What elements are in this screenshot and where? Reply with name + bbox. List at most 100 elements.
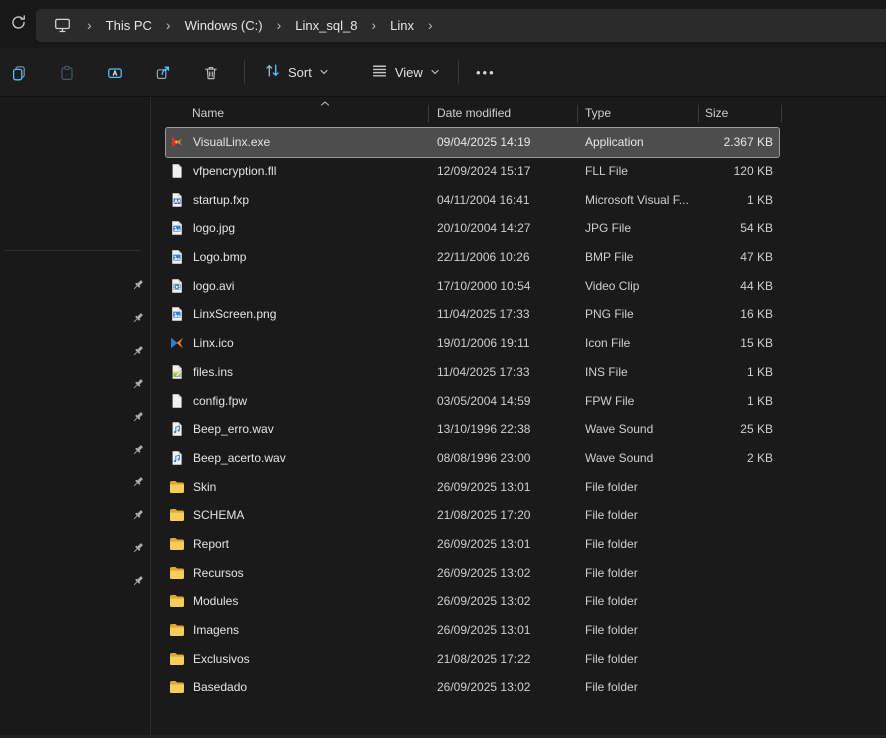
- column-separator[interactable]: [577, 105, 578, 123]
- file-name: Skin: [193, 480, 216, 494]
- file-name: Recursos: [193, 566, 244, 580]
- file-explorer-window: › This PC › Windows (C:) › Linx_sql_8 › Linx › S…: [0, 0, 886, 738]
- date-modified-cell: 04/11/2004 16:41: [428, 193, 577, 207]
- file-row[interactable]: Linx.ico19/01/2006 19:11Icon File15 KB: [166, 329, 779, 358]
- type-cell: Wave Sound: [577, 422, 698, 436]
- type-cell: File folder: [577, 480, 698, 494]
- folder-row[interactable]: Recursos26/09/2025 13:02File folder: [166, 558, 779, 587]
- file-row[interactable]: logo.avi17/10/2000 10:54Video Clip44 KB: [166, 271, 779, 300]
- folder-row[interactable]: Basedado26/09/2025 13:02File folder: [166, 673, 779, 702]
- breadcrumb-chevron-icon[interactable]: ›: [371, 17, 376, 33]
- file-row[interactable]: config.fpw03/05/2004 14:59FPW File1 KB: [166, 386, 779, 415]
- date-modified-cell: 03/05/2004 14:59: [428, 394, 577, 408]
- breadcrumb-items: › This PC › Windows (C:) › Linx_sql_8 › Linx ›: [76, 18, 444, 33]
- copy-button[interactable]: [2, 55, 36, 89]
- file-name-cell: Skin: [166, 479, 428, 495]
- file-name: Logo.bmp: [193, 250, 246, 264]
- file-name: Basedado: [193, 680, 247, 694]
- sort-button[interactable]: Sort: [254, 55, 339, 89]
- file-name-cell: Beep_acerto.wav: [166, 450, 428, 466]
- file-name-cell: Logo.bmp: [166, 249, 428, 265]
- date-modified-cell: 22/11/2006 10:26: [428, 250, 577, 264]
- breadcrumb-chevron-icon[interactable]: ›: [428, 17, 433, 33]
- refresh-button[interactable]: [6, 13, 30, 37]
- file-list-area: Name Date modified Type Size VisualLinx.exe…: [152, 97, 886, 738]
- column-header-size[interactable]: Size: [705, 106, 728, 120]
- file-name-cell: files.ins: [166, 364, 428, 380]
- type-cell: Wave Sound: [577, 451, 698, 465]
- file-row[interactable]: vfpencryption.fll12/09/2024 15:17FLL Fil…: [166, 157, 779, 186]
- date-modified-cell: 11/04/2025 17:33: [428, 365, 577, 379]
- size-cell: 16 KB: [698, 307, 779, 321]
- date-modified-cell: 26/09/2025 13:01: [428, 480, 577, 494]
- file-row[interactable]: startup.fxp04/11/2004 16:41Microsoft Vis…: [166, 185, 779, 214]
- view-button[interactable]: View: [361, 55, 450, 89]
- folder-row[interactable]: SCHEMA21/08/2025 17:20File folder: [166, 501, 779, 530]
- folder-row[interactable]: Skin 26/09/2025 13:01File folder: [166, 472, 779, 501]
- folder-icon: [169, 679, 185, 695]
- file-row[interactable]: LinxScreen.png11/04/2025 17:33PNG File16…: [166, 300, 779, 329]
- file-row[interactable]: Beep_erro.wav13/10/1996 22:38Wave Sound2…: [166, 415, 779, 444]
- breadcrumb-item[interactable]: Windows (C:): [182, 16, 266, 35]
- folder-row[interactable]: Imagens26/09/2025 13:01File folder: [166, 616, 779, 645]
- paste-icon: [59, 64, 75, 80]
- pin-icon: [130, 277, 146, 293]
- breadcrumb-item[interactable]: This PC: [103, 16, 155, 35]
- file-row[interactable]: VisualLinx.exe09/04/2025 14:19Applicatio…: [166, 128, 779, 157]
- file-row[interactable]: Beep_acerto.wav08/08/1996 23:00Wave Soun…: [166, 444, 779, 473]
- file-name: Linx.ico: [193, 336, 234, 350]
- delete-button[interactable]: [194, 55, 228, 89]
- date-modified-cell: 13/10/1996 22:38: [428, 422, 577, 436]
- view-label: View: [395, 65, 423, 80]
- size-cell: 54 KB: [698, 221, 779, 235]
- list-view-icon: [371, 62, 388, 82]
- more-options-button[interactable]: •••: [468, 55, 504, 89]
- file-name-cell: startup.fxp: [166, 192, 428, 208]
- column-header-date-modified[interactable]: Date modified: [437, 106, 511, 120]
- column-header-name[interactable]: Name: [192, 106, 224, 120]
- file-name: Imagens: [193, 623, 239, 637]
- image-icon: [169, 306, 185, 322]
- audio-icon: [169, 421, 185, 437]
- pin-icon: [130, 343, 146, 359]
- file-name-cell: Recursos: [166, 565, 428, 581]
- column-separator[interactable]: [781, 105, 782, 123]
- column-header-type[interactable]: Type: [585, 106, 611, 120]
- size-cell: 1 KB: [698, 193, 779, 207]
- file-name: Beep_acerto.wav: [193, 451, 286, 465]
- toolbar-divider: [244, 60, 245, 84]
- folder-row[interactable]: Exclusivos21/08/2025 17:22File folder: [166, 644, 779, 673]
- file-row[interactable]: logo.jpg20/10/2004 14:27JPG File54 KB: [166, 214, 779, 243]
- folder-row[interactable]: Report26/09/2025 13:01File folder: [166, 530, 779, 559]
- breadcrumb-item[interactable]: Linx: [387, 16, 417, 35]
- command-toolbar: Sort View •••: [0, 48, 886, 97]
- file-row[interactable]: files.ins11/04/2025 17:33INS File1 KB: [166, 358, 779, 387]
- image-icon: [169, 220, 185, 236]
- audio-icon: [169, 450, 185, 466]
- pin-icon: [130, 474, 146, 490]
- column-separator[interactable]: [698, 105, 699, 123]
- column-separator[interactable]: [428, 105, 429, 123]
- share-button[interactable]: [146, 55, 180, 89]
- breadcrumb-chevron-icon[interactable]: ›: [87, 17, 92, 33]
- breadcrumb-chevron-icon[interactable]: ›: [277, 17, 282, 33]
- paste-button[interactable]: [50, 55, 84, 89]
- pin-icon: [130, 442, 146, 458]
- size-cell: 47 KB: [698, 250, 779, 264]
- share-icon: [155, 64, 171, 80]
- file-row[interactable]: Logo.bmp22/11/2006 10:26BMP File47 KB: [166, 243, 779, 272]
- file-name-cell: Linx.ico: [166, 335, 428, 351]
- monitor-icon[interactable]: [53, 17, 72, 34]
- file-name: logo.avi: [193, 279, 234, 293]
- rename-button[interactable]: [98, 55, 132, 89]
- folder-icon: [169, 536, 185, 552]
- folder-row[interactable]: Modules26/09/2025 13:02File folder: [166, 587, 779, 616]
- file-name: Beep_erro.wav: [193, 422, 274, 436]
- file-name-cell: LinxScreen.png: [166, 306, 428, 322]
- breadcrumb-chevron-icon[interactable]: ›: [166, 17, 171, 33]
- breadcrumb-item[interactable]: Linx_sql_8: [292, 16, 360, 35]
- pin-icon: [130, 507, 146, 523]
- size-cell: 44 KB: [698, 279, 779, 293]
- file-rows: VisualLinx.exe09/04/2025 14:19Applicatio…: [152, 128, 886, 702]
- file-name-cell: Modules: [166, 593, 428, 609]
